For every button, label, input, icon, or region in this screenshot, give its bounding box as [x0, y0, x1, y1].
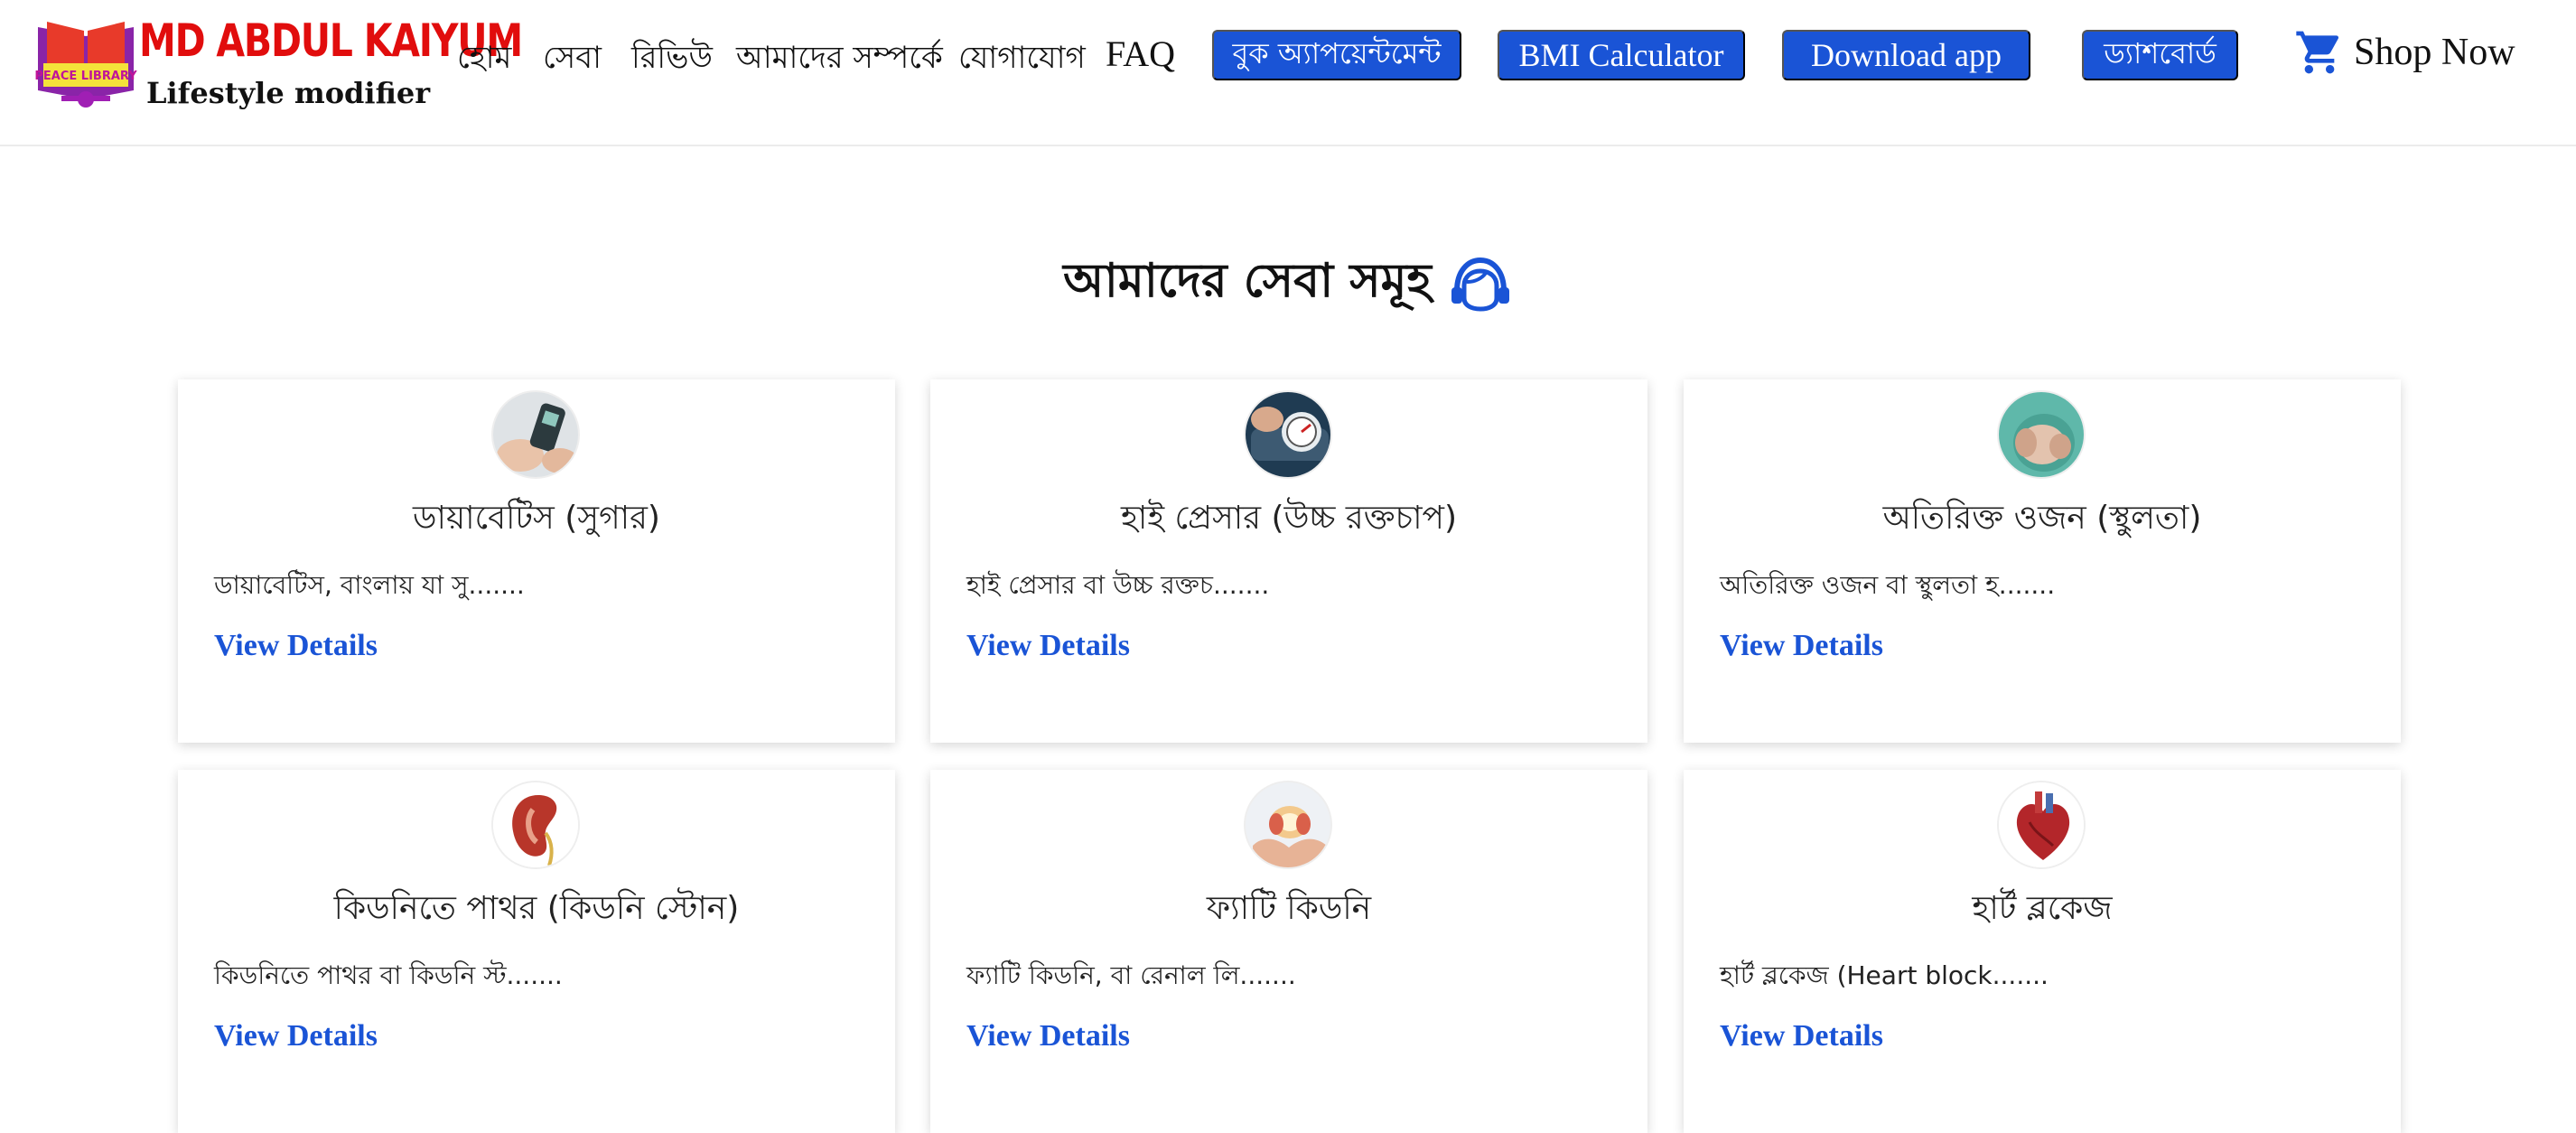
- service-card-kidney-stone: কিডনিতে পাথর (কিডনি স্টোন) কিডনিতে পাথর …: [178, 770, 895, 1133]
- card-title: ডায়াবেটিস (সুগার): [413, 500, 660, 537]
- services-heading: আমাদের সেবা সমূহ: [0, 244, 2576, 323]
- card-title: ফ্যাটি কিডনি: [1206, 890, 1372, 927]
- nav-services[interactable]: সেবা: [543, 34, 602, 86]
- blood-pressure-image: [1244, 390, 1332, 479]
- logo-badge-text: PEACE LIBRARY: [34, 70, 137, 83]
- card-description: ফ্যাটি কিডনি, বা রেনাল লি.......: [966, 960, 1296, 990]
- service-card-diabetes: ডায়াবেটিস (সুগার) ডায়াবেটিস, বাংলায় য…: [178, 379, 895, 743]
- navbar: PEACE LIBRARY MD ABDUL KAIYUM Lifestyle …: [0, 0, 2576, 146]
- heart-image: [1997, 781, 2086, 869]
- section-title: আমাদের সেবা সমূহ: [1063, 254, 1432, 308]
- service-card-heart-block: হার্ট ব্লকেজ হার্ট ব্লকেজ (Heart block..…: [1684, 770, 2401, 1133]
- card-description: কিডনিতে পাথর বা কিডনি স্ট.......: [214, 960, 563, 990]
- dashboard-button[interactable]: ড্যাশবোর্ড: [2082, 30, 2238, 80]
- card-title: অতিরিক্ত ওজন (স্থুলতা): [1882, 500, 2202, 537]
- card-description: হাই প্রেসার বা উচ্চ রক্তচ.......: [966, 570, 1270, 600]
- card-title: কিডনিতে পাথর (কিডনি স্টোন): [333, 890, 740, 927]
- belly-image: [1997, 390, 2086, 479]
- service-card-obesity: অতিরিক্ত ওজন (স্থুলতা) অতিরিক্ত ওজন বা স…: [1684, 379, 2401, 743]
- card-description: ডায়াবেটিস, বাংলায় যা সু.......: [214, 570, 525, 600]
- nav-contact[interactable]: যোগাযোগ: [958, 34, 1086, 86]
- view-details-link[interactable]: View Details: [1720, 1019, 1883, 1053]
- bmi-calculator-button[interactable]: BMI Calculator: [1498, 30, 1745, 80]
- glucose-meter-image: [491, 390, 580, 479]
- service-card-high-pressure: হাই প্রেসার (উচ্চ রক্তচাপ) হাই প্রেসার ব…: [930, 379, 1647, 743]
- shop-now-label: Shop Now: [2354, 32, 2515, 73]
- kidney-image: [491, 781, 580, 869]
- view-details-link[interactable]: View Details: [966, 629, 1130, 663]
- card-description: অতিরিক্ত ওজন বা স্থুলতা হ.......: [1720, 570, 2056, 600]
- view-details-link[interactable]: View Details: [1720, 629, 1883, 663]
- view-details-link[interactable]: View Details: [966, 1019, 1130, 1053]
- support-agent-icon: [1451, 257, 1509, 312]
- nav-review[interactable]: রিভিউ: [631, 34, 713, 86]
- view-details-link[interactable]: View Details: [214, 629, 378, 663]
- card-description: হার্ট ব্লকেজ (Heart block.......: [1720, 960, 2049, 990]
- nav-faq[interactable]: FAQ: [1106, 33, 1175, 75]
- hands-kidney-image: [1244, 781, 1332, 869]
- nav-home[interactable]: হোম: [457, 34, 511, 86]
- shopping-cart-icon: [2296, 31, 2339, 74]
- view-details-link[interactable]: View Details: [214, 1019, 378, 1053]
- service-card-fatty-kidney: ফ্যাটি কিডনি ফ্যাটি কিডনি, বা রেনাল লি..…: [930, 770, 1647, 1133]
- shop-now-link[interactable]: Shop Now: [2294, 23, 2515, 81]
- card-title: হার্ট ব্লকেজ: [1972, 890, 2113, 927]
- brand-tagline: Lifestyle modifier: [146, 76, 431, 110]
- book-appointment-button[interactable]: বুক অ্যাপয়েন্টমেন্ট: [1212, 30, 1461, 80]
- card-title: হাই প্রেসার (উচ্চ রক্তচাপ): [1120, 500, 1457, 537]
- peace-library-logo-icon: PEACE LIBRARY: [34, 22, 137, 108]
- download-app-button[interactable]: Download app: [1782, 30, 2030, 80]
- nav-about[interactable]: আমাদের সম্পর্কে: [736, 34, 943, 86]
